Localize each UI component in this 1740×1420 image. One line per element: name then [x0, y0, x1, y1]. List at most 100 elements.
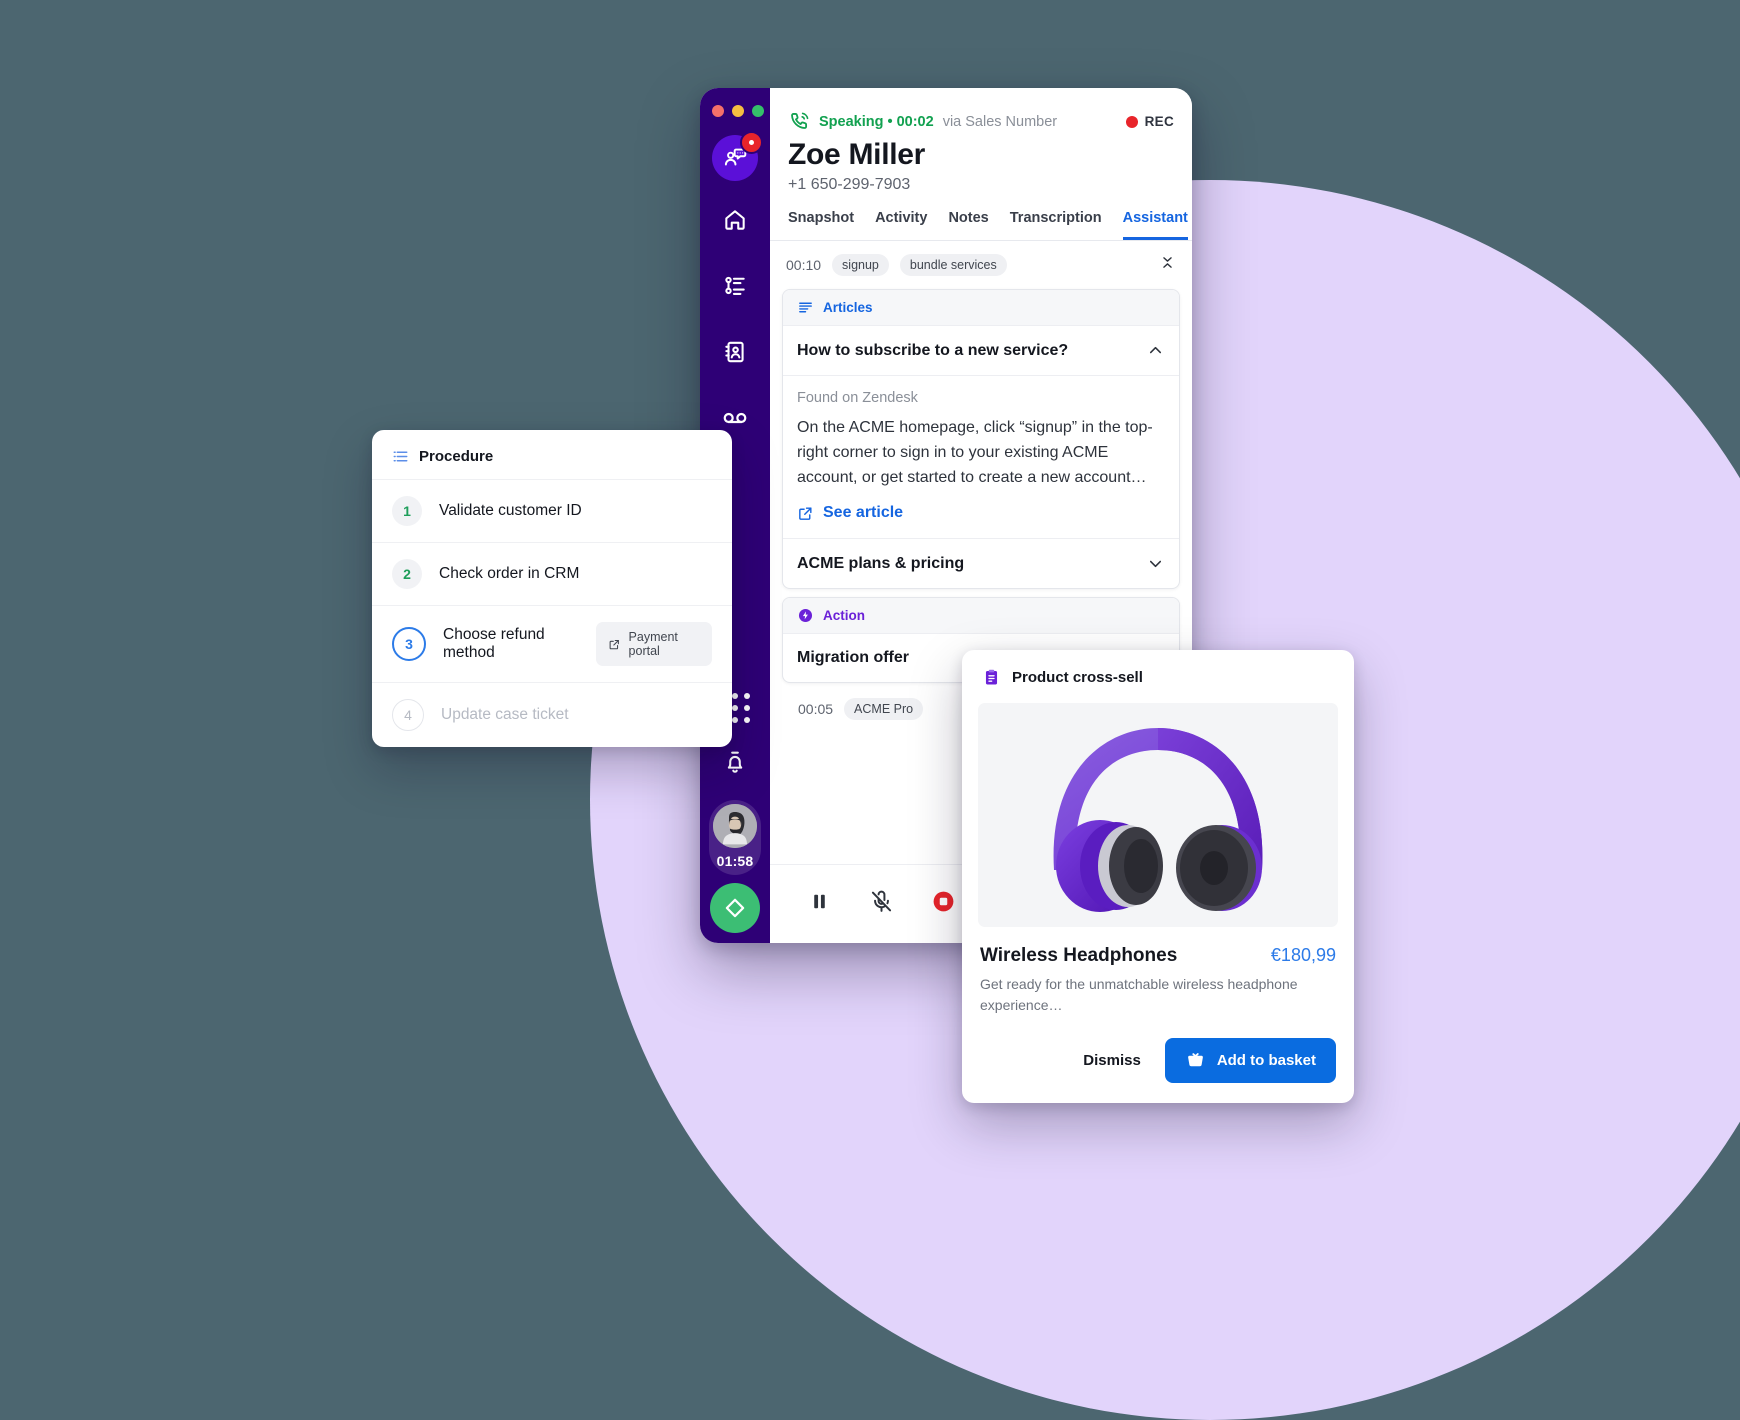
procedure-title: Procedure [419, 448, 494, 465]
phone-in-talk-icon [791, 112, 809, 129]
timeline-entry-1: 00:10 signup bundle services [770, 241, 1192, 289]
topic-chip[interactable]: bundle services [899, 254, 1007, 276]
procedure-step[interactable]: 1 Validate customer ID [372, 479, 732, 542]
product-description: Get ready for the unmatchable wireless h… [980, 976, 1298, 1013]
article-accordion-header-1[interactable]: How to subscribe to a new service? [783, 326, 1179, 375]
record-dot-icon [1125, 115, 1138, 128]
product-price: €180,99 [1270, 945, 1336, 965]
tab-assistant[interactable]: Assistant [1122, 210, 1188, 240]
articles-icon [799, 302, 812, 313]
procedure-step[interactable]: 3 Choose refund method Payment portal [372, 605, 732, 682]
stop-record-icon [933, 891, 953, 911]
collapse-toggle-button[interactable] [1159, 254, 1176, 276]
agent-action-button[interactable] [710, 883, 760, 933]
bell-icon [727, 751, 743, 773]
crosssell-actions: Dismiss Add to basket [962, 1016, 1354, 1103]
voicemail-icon [723, 412, 747, 424]
add-to-basket-label: Add to basket [1216, 1052, 1316, 1069]
chevron-down-icon [1149, 561, 1162, 568]
step-label: Update case ticket [441, 706, 569, 723]
notifications-button[interactable] [722, 749, 748, 780]
article-title: ACME plans & pricing [797, 554, 965, 572]
basket-icon [1187, 1053, 1203, 1067]
sidebar-item-home[interactable] [708, 193, 762, 247]
flow-list-icon [725, 276, 745, 295]
articles-card: Articles How to subscribe to a new servi… [782, 289, 1180, 590]
articles-card-label: Articles [823, 300, 873, 315]
avatar [713, 804, 757, 848]
pause-icon [813, 894, 825, 908]
article-excerpt: On the ACME homepage, click “signup” in … [797, 419, 1153, 486]
crosssell-card-header: Product cross-sell [962, 650, 1354, 697]
close-window-button[interactable] [712, 105, 724, 117]
notification-badge [740, 131, 763, 154]
agent-presence-pill[interactable]: 01:58 [709, 800, 761, 875]
external-link-icon [609, 639, 619, 649]
action-card-header: Action [783, 598, 1179, 635]
timeline-time: 00:05 [798, 701, 834, 718]
step-number: 4 [392, 699, 424, 731]
panel-tabs: Snapshot Activity Notes Transcription As… [770, 194, 1192, 241]
article-title: How to subscribe to a new service? [797, 341, 1069, 359]
minimize-window-button[interactable] [732, 105, 744, 117]
procedure-step[interactable]: 2 Check order in CRM [372, 542, 732, 605]
mute-microphone-button[interactable] [850, 879, 912, 923]
contact-book-icon [725, 341, 744, 363]
step-label: Choose refund method [443, 626, 545, 661]
call-via-text: via Sales Number [942, 113, 1058, 130]
payment-portal-button[interactable]: Payment portal [595, 622, 712, 666]
procedure-step[interactable]: 4 Update case ticket [372, 682, 732, 747]
step-label: Validate customer ID [439, 502, 582, 519]
external-link-icon [799, 507, 812, 520]
product-name: Wireless Headphones [980, 945, 1178, 966]
step-label: Check order in CRM [439, 565, 580, 582]
procedure-card-header: Procedure [372, 430, 732, 479]
call-status-text: Speaking • 00:02 [819, 113, 934, 130]
tab-notes[interactable]: Notes [948, 210, 988, 240]
step-number: 3 [392, 627, 426, 661]
chevron-up-icon [1149, 346, 1162, 354]
caller-phone-number: +1 650-299-7903 [788, 176, 911, 193]
topic-chip[interactable]: signup [832, 254, 889, 276]
action-item-title: Migration offer [797, 649, 909, 667]
call-status-row: Speaking • 00:02 via Sales Number REC [770, 88, 1192, 133]
step-number: 2 [392, 559, 422, 589]
checklist-icon [393, 451, 408, 462]
procedure-card: Procedure 1 Validate customer ID 2 Check… [372, 430, 732, 747]
sidebar-item-agent-status[interactable] [712, 131, 763, 181]
product-crosssell-card: Product cross-sell Wireless Headphones €… [962, 650, 1354, 1103]
tab-activity[interactable]: Activity [875, 210, 927, 240]
step-number: 1 [392, 496, 422, 526]
rec-label: REC [1144, 114, 1174, 129]
sidebar-item-contacts[interactable] [708, 325, 762, 379]
lightning-icon [798, 609, 813, 623]
collapse-icon [1163, 257, 1172, 268]
maximize-window-button[interactable] [752, 105, 764, 117]
pause-call-button[interactable] [788, 879, 850, 923]
timeline-time: 00:10 [786, 257, 822, 273]
sidebar-item-queues[interactable] [708, 259, 762, 313]
add-to-basket-button[interactable]: Add to basket [1164, 1038, 1336, 1083]
article-accordion-header-2[interactable]: ACME plans & pricing [783, 538, 1179, 588]
purple-wireless-headphones-icon [1053, 728, 1263, 912]
article-source: Found on Zendesk [797, 390, 918, 406]
article-body-1: Found on Zendesk On the ACME homepage, c… [783, 375, 1179, 538]
topic-chip[interactable]: ACME Pro [844, 698, 924, 721]
see-article-link[interactable]: See article [797, 490, 1165, 522]
see-article-label: See article [823, 504, 904, 522]
payment-portal-label: Payment portal [628, 630, 678, 658]
tab-transcription[interactable]: Transcription [1010, 210, 1102, 240]
home-icon [725, 210, 745, 230]
action-card-label: Action [823, 608, 865, 624]
agent-photo-icon [713, 804, 757, 848]
dismiss-button[interactable]: Dismiss [1067, 1042, 1157, 1079]
diamond-icon [725, 898, 745, 918]
recording-indicator: REC [1125, 114, 1174, 129]
window-traffic-lights [700, 105, 764, 117]
product-title-row: Wireless Headphones €180,99 [962, 927, 1354, 967]
crosssell-card-label: Product cross-sell [1012, 669, 1143, 686]
caller-name: Zoe Miller [788, 138, 926, 171]
product-image [978, 703, 1338, 927]
tab-snapshot[interactable]: Snapshot [788, 210, 854, 240]
clipboard-icon [985, 669, 998, 685]
